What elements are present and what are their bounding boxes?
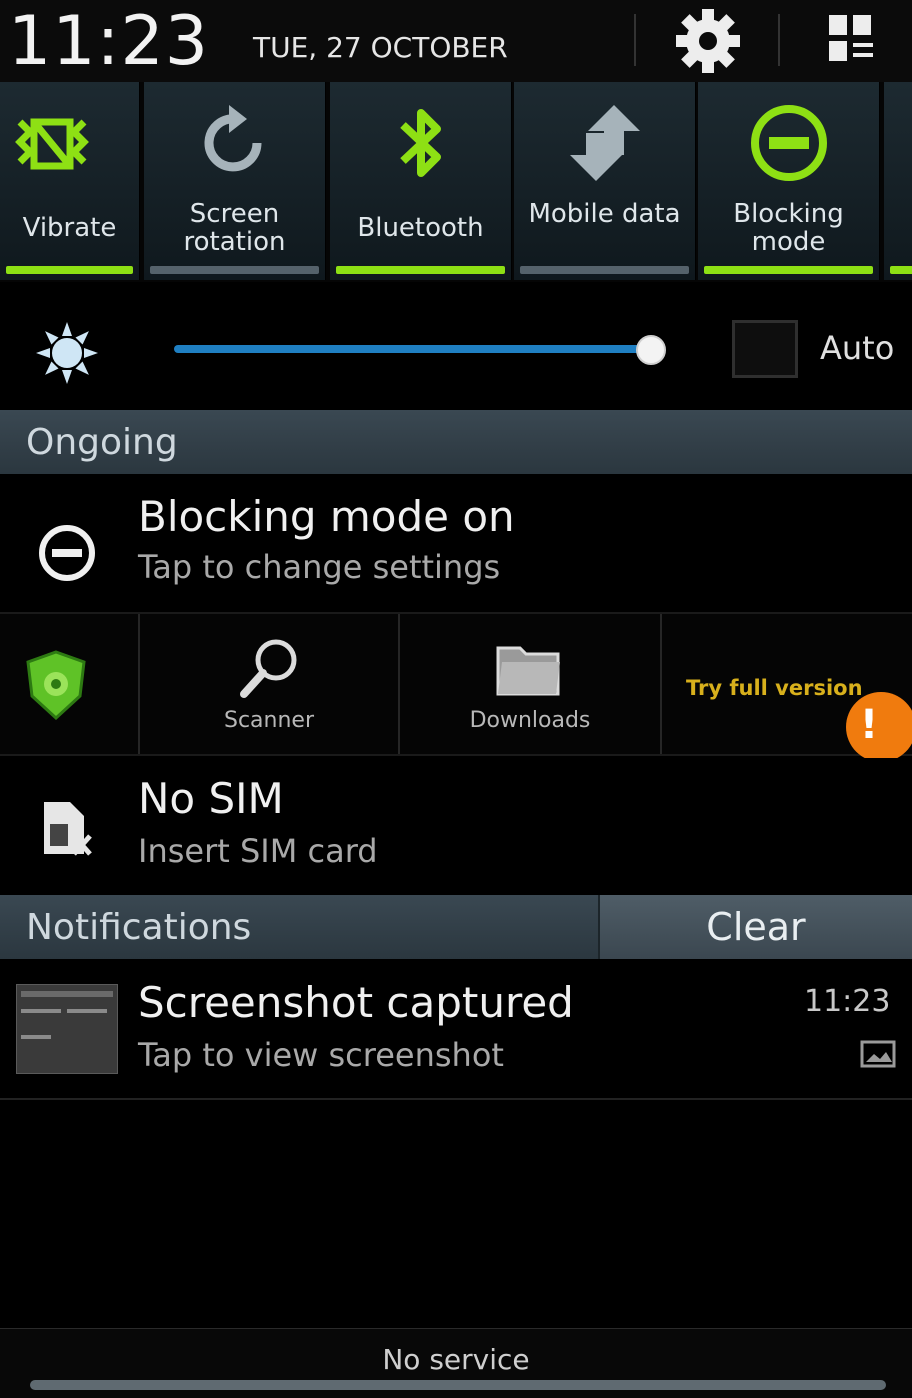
- auto-brightness-checkbox[interactable]: [732, 320, 798, 378]
- toggle-vibrate[interactable]: Vibrate: [0, 82, 140, 280]
- clock: 11:23: [8, 2, 209, 81]
- toggle-indicator-on: [704, 266, 873, 274]
- panel-drag-handle[interactable]: [30, 1380, 886, 1390]
- notification-title: Blocking mode on: [138, 492, 515, 541]
- section-title: Ongoing: [26, 422, 178, 463]
- security-app-bar: Scanner Downloads Try full version: [0, 612, 912, 756]
- folder-icon: [496, 646, 560, 696]
- toggle-label: Bluetooth: [357, 213, 484, 243]
- header-divider: [778, 14, 780, 66]
- clear-button[interactable]: Clear: [598, 895, 912, 959]
- brightness-slider-track[interactable]: [174, 345, 652, 353]
- notification-subtitle: Insert SIM card: [138, 832, 378, 870]
- toggle-indicator-on: [6, 266, 133, 274]
- mobile-data-icon: [514, 98, 695, 188]
- warning-badge[interactable]: !: [846, 692, 912, 762]
- toggle-bluetooth[interactable]: Bluetooth: [330, 82, 512, 280]
- toggle-mobile-data[interactable]: Mobile data: [514, 82, 696, 280]
- no-sim-notification[interactable]: No SIM Insert SIM card: [0, 758, 912, 894]
- brightness-icon: [36, 322, 98, 384]
- toggle-label: Mobile data: [528, 199, 681, 229]
- ongoing-section-header: Ongoing: [0, 410, 912, 474]
- status-header: 11:23 TUE, 27 OCTOBER: [0, 0, 912, 82]
- sim-card-icon: [44, 802, 92, 856]
- toggle-indicator-off: [150, 266, 319, 274]
- notification-title: No SIM: [138, 774, 284, 823]
- screenshot-notification[interactable]: Screenshot captured Tap to view screensh…: [0, 960, 912, 1100]
- scanner-label: Scanner: [223, 708, 314, 733]
- brightness-slider-thumb[interactable]: [636, 335, 666, 365]
- section-title: Notifications: [26, 907, 252, 948]
- gear-icon: [676, 9, 740, 73]
- toggle-label: Screen rotation: [183, 199, 286, 257]
- warning-icon: !: [859, 702, 879, 748]
- brightness-control: Auto: [0, 282, 912, 410]
- carrier-label: No service: [382, 1343, 530, 1376]
- search-icon: [240, 639, 297, 698]
- shield-icon: [26, 650, 86, 720]
- toggle-indicator-off: [520, 266, 689, 274]
- toggle-label: Vibrate: [22, 213, 117, 243]
- try-full-version-label: Try full version: [686, 676, 863, 700]
- blocking-icon: [698, 98, 879, 188]
- notification-subtitle: Tap to view screenshot: [138, 1036, 504, 1074]
- notification-title: Screenshot captured: [138, 978, 574, 1027]
- vibrate-icon: [0, 98, 139, 188]
- bluetooth-icon: [330, 98, 511, 188]
- date: TUE, 27 OCTOBER: [253, 31, 508, 64]
- blocking-mode-notification[interactable]: Blocking mode on Tap to change settings: [0, 474, 912, 612]
- screenshot-thumbnail: [16, 984, 118, 1074]
- toggle-indicator-on: [890, 266, 912, 274]
- downloads-label: Downloads: [469, 708, 591, 733]
- toggle-next-partial[interactable]: [884, 82, 912, 280]
- toggle-blocking-mode[interactable]: Blocking mode: [698, 82, 880, 280]
- toggle-label: Blocking mode: [733, 199, 844, 257]
- notification-panel: 11:23 TUE, 27 OCTOBER Vibrate Screen rot…: [0, 0, 912, 1398]
- scanner-button[interactable]: Scanner: [140, 614, 400, 754]
- quick-settings-grid-button[interactable]: [804, 6, 896, 76]
- notification-subtitle: Tap to change settings: [138, 548, 501, 586]
- header-divider: [634, 14, 636, 66]
- toggle-screen-rotation[interactable]: Screen rotation: [144, 82, 326, 280]
- quick-toggles: Vibrate Screen rotation Bluetooth Mobile…: [0, 82, 912, 282]
- auto-brightness-label: Auto: [820, 329, 895, 367]
- settings-button[interactable]: [662, 6, 754, 76]
- app-logo-button[interactable]: [0, 614, 140, 754]
- downloads-button[interactable]: Downloads: [400, 614, 662, 754]
- blocking-icon: [39, 525, 95, 581]
- notification-time: 11:23: [804, 984, 891, 1019]
- toggle-indicator-on: [336, 266, 505, 274]
- grid-icon: [829, 15, 873, 61]
- image-icon: [860, 1040, 896, 1068]
- rotation-icon: [144, 98, 325, 188]
